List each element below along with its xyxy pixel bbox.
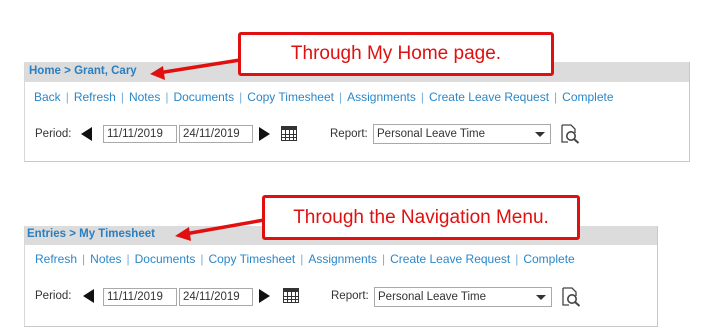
arrow-head-icon (175, 227, 191, 241)
arrow-to-home-breadcrumb (157, 58, 241, 75)
arrow-head-icon (150, 66, 165, 80)
callout-arrows (150, 58, 265, 241)
arrow-to-entries-breadcrumb (184, 218, 265, 236)
